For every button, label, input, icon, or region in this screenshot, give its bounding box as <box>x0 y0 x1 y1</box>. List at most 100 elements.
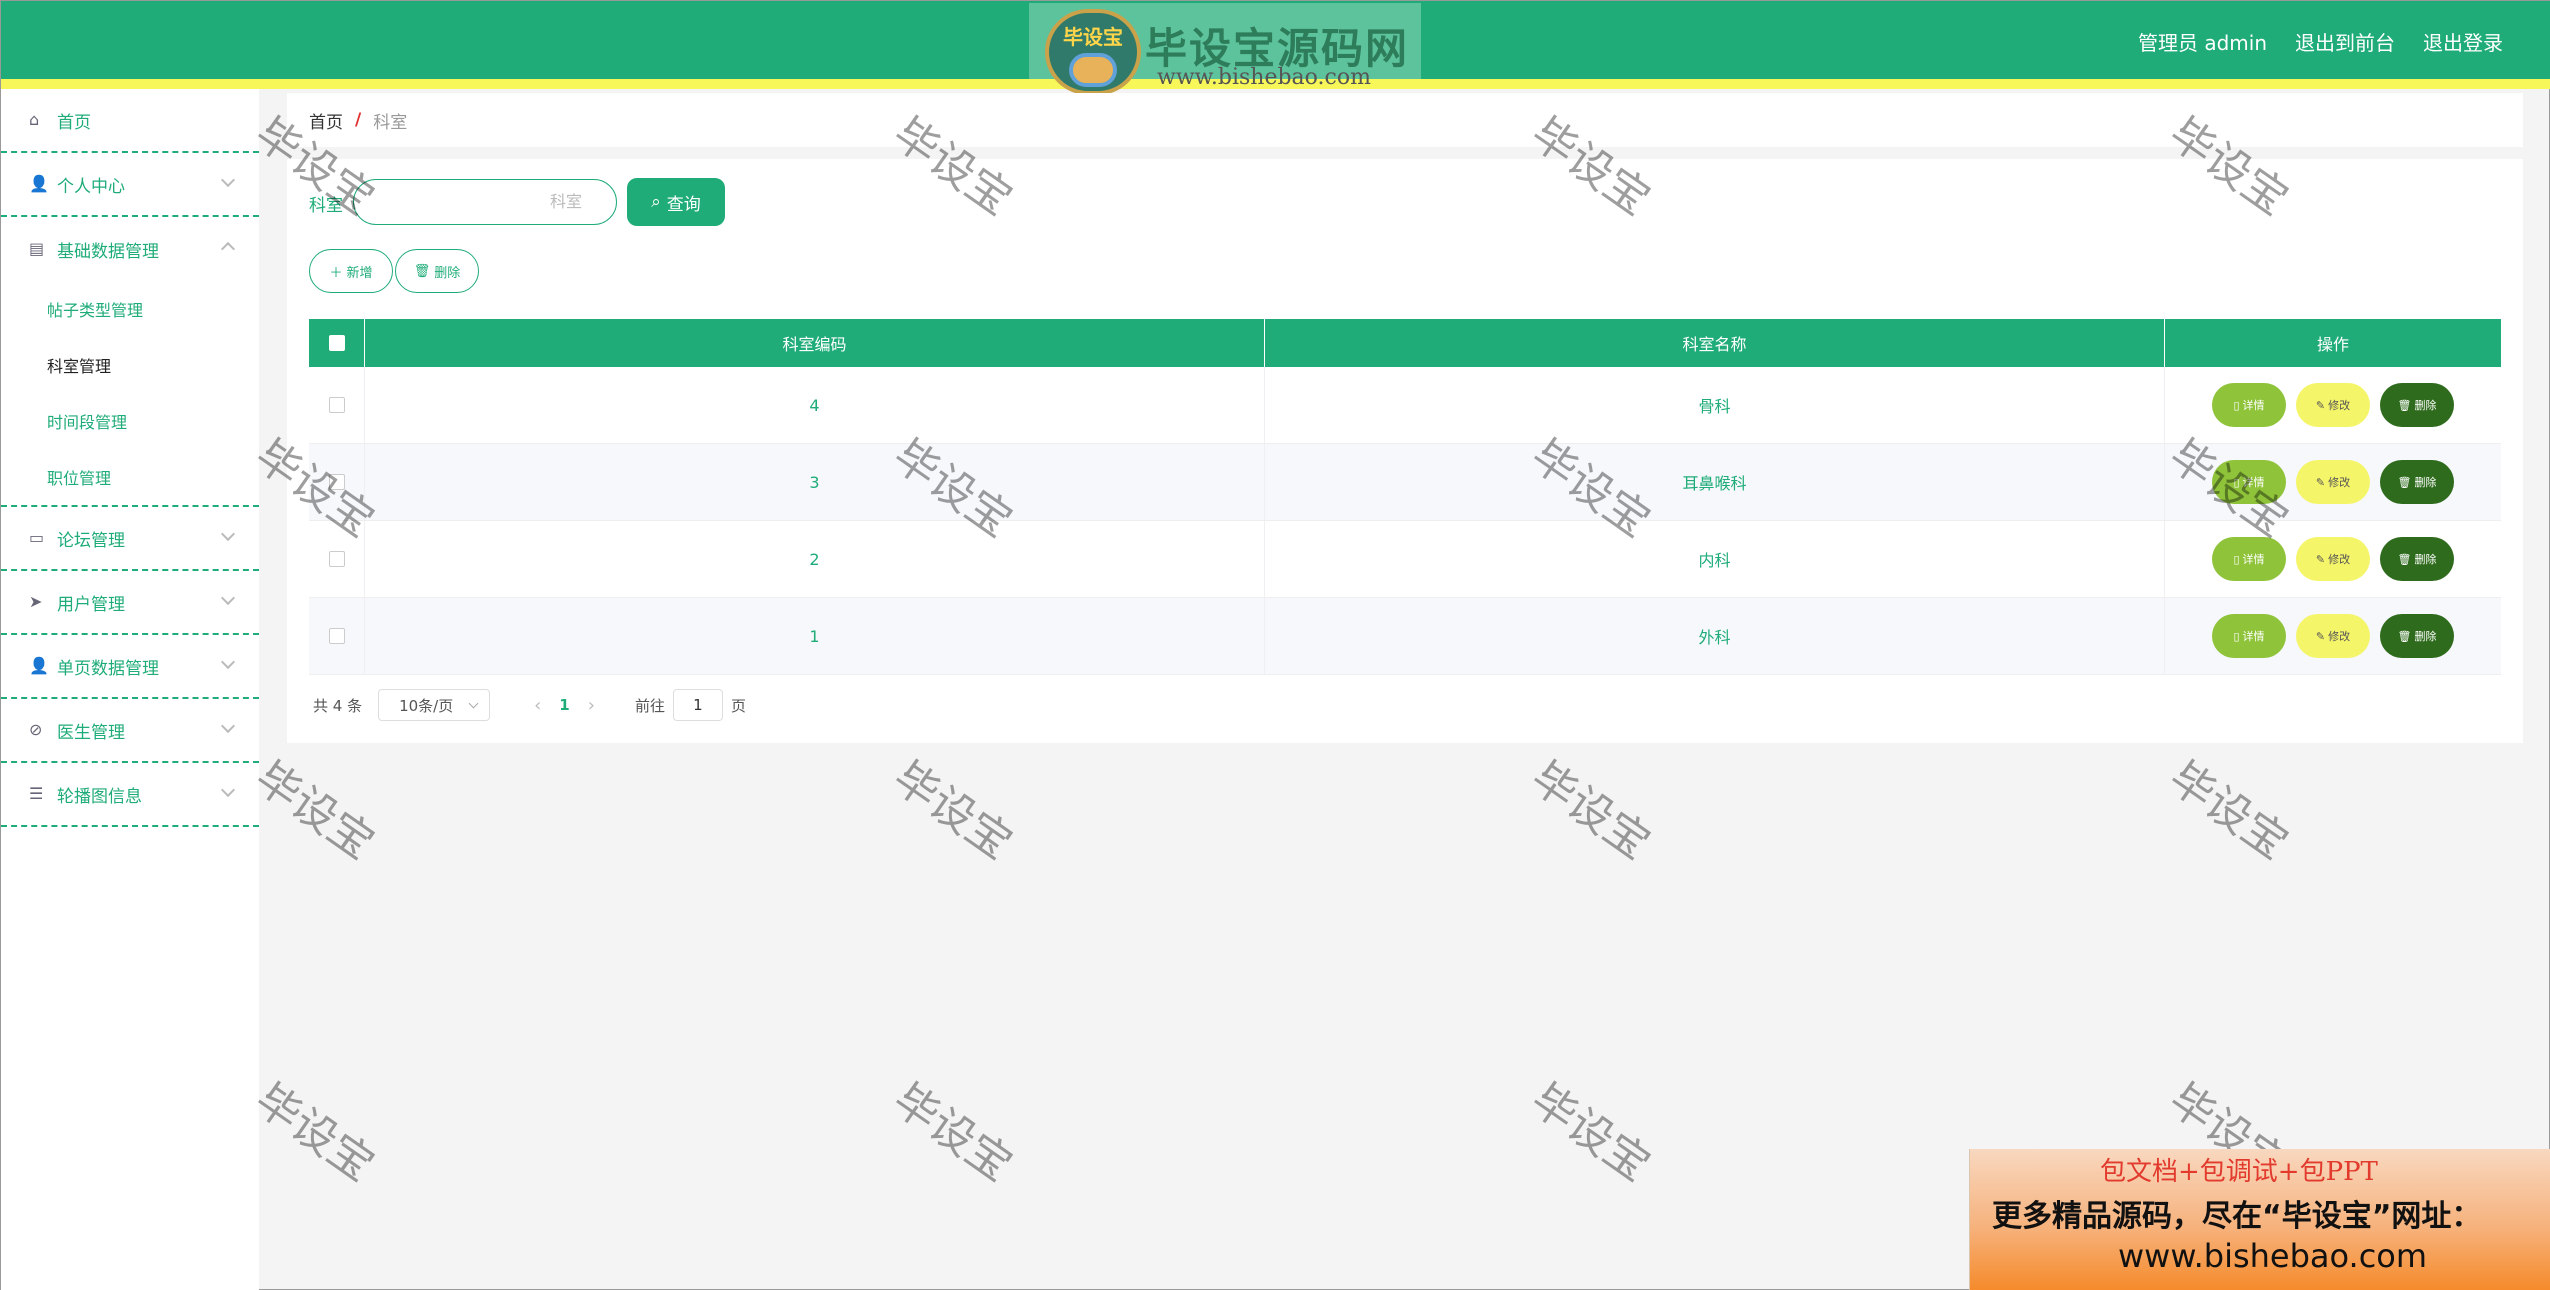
row-checkbox[interactable] <box>328 551 345 567</box>
document-icon: ▯ <box>2233 398 2240 412</box>
sidebar-item-carousel[interactable]: ☰ 轮播图信息 <box>1 763 259 827</box>
sidebar-item-home[interactable]: ⌂ 首页 <box>1 89 259 153</box>
sidebar-item-label: 论坛管理 <box>57 530 125 551</box>
batch-delete-button[interactable]: 🗑 删除 <box>395 249 479 293</box>
logout-link[interactable]: 退出登录 <box>2423 27 2503 56</box>
trash-icon: 🗑 <box>2397 475 2412 489</box>
sidebar-item-doctors[interactable]: ⊘ 医生管理 <box>1 699 259 763</box>
document-icon: ▯ <box>2233 475 2240 489</box>
chevron-down-icon <box>220 590 236 606</box>
watermark: 毕设宝 <box>883 1073 1022 1192</box>
sidebar-item-single-page[interactable]: 👤 单页数据管理 <box>1 635 259 699</box>
promo-line-2: 更多精品源码，尽在“毕设宝”网址： <box>1992 1199 2482 1234</box>
table-row: 2 内科 ▯ 详情 ✎ 修改 🗑 删除 <box>309 521 2501 598</box>
sidebar-subitem-department[interactable]: 科室管理 <box>1 337 259 393</box>
row-checkbox[interactable] <box>328 628 345 644</box>
promo-banner[interactable]: 包文档+包调试+包PPT 更多精品源码，尽在“毕设宝”网址： www.bishe… <box>1969 1149 2550 1290</box>
watermark: 毕设宝 <box>245 1073 384 1192</box>
list-icon: ☰ <box>29 784 44 803</box>
table-row: 4 骨科 ▯ 详情 ✎ 修改 🗑 删除 <box>309 367 2501 444</box>
table-row: 3 耳鼻喉科 ▯ 详情 ✎ 修改 🗑 删除 <box>309 444 2501 521</box>
sidebar-item-personal[interactable]: 👤 个人中心 <box>1 153 259 217</box>
chevron-down-icon <box>468 698 479 709</box>
sidebar-subitem-time-slot[interactable]: 时间段管理 <box>1 393 259 449</box>
sidebar-item-users[interactable]: ➤ 用户管理 <box>1 571 259 635</box>
user-icon: 👤 <box>29 174 49 193</box>
chevron-down-icon <box>220 526 236 542</box>
breadcrumb-home[interactable]: 首页 <box>309 108 343 133</box>
chevron-down-icon <box>220 782 236 798</box>
table-header: 科室编码 科室名称 操作 <box>309 319 2501 367</box>
person-icon: 👤 <box>29 656 49 675</box>
sidebar-item-label: 个人中心 <box>57 176 125 197</box>
detail-button[interactable]: ▯ 详情 <box>2212 614 2286 658</box>
home-icon: ⌂ <box>29 110 40 129</box>
watermark: 毕设宝 <box>1521 1073 1660 1192</box>
promo-line-1: 包文档+包调试+包PPT <box>2100 1157 2378 1187</box>
cell-name: 骨科 <box>1265 367 2165 443</box>
chevron-down-icon <box>220 172 236 188</box>
department-table: 科室编码 科室名称 操作 4 骨科 ▯ 详情 ✎ 修改 🗑 删除 3 耳鼻喉科 ▯ 详情… <box>309 319 2501 675</box>
cell-code: 3 <box>365 444 1265 520</box>
edit-button[interactable]: ✎ 修改 <box>2296 383 2370 427</box>
next-page-icon[interactable]: › <box>588 695 595 716</box>
search-icon: ⌕ <box>651 192 661 212</box>
cell-name: 外科 <box>1265 598 2165 674</box>
sidebar-item-forum[interactable]: ▭ 论坛管理 <box>1 507 259 571</box>
document-icon: ▯ <box>2233 629 2240 643</box>
trash-icon: 🗑 <box>413 263 431 279</box>
pencil-icon: ✎ <box>2315 552 2326 566</box>
sidebar-subitem-position[interactable]: 职位管理 <box>1 449 259 505</box>
logo-url: www.bishebao.com <box>1157 65 1371 90</box>
column-header-name: 科室名称 <box>1265 319 2165 367</box>
delete-button[interactable]: 🗑 删除 <box>2380 383 2454 427</box>
add-button[interactable]: ＋ 新增 <box>309 249 393 293</box>
delete-button[interactable]: 🗑 删除 <box>2380 460 2454 504</box>
row-checkbox[interactable] <box>328 474 345 490</box>
page-number-current[interactable]: 1 <box>559 696 569 714</box>
trash-icon: 🗑 <box>2397 398 2412 412</box>
back-to-frontend-link[interactable]: 退出到前台 <box>2295 27 2395 56</box>
query-button[interactable]: ⌕ 查询 <box>627 178 725 226</box>
detail-button[interactable]: ▯ 详情 <box>2212 383 2286 427</box>
goto-page-input[interactable]: 1 <box>672 689 723 721</box>
delete-button[interactable]: 🗑 删除 <box>2380 614 2454 658</box>
cell-name: 耳鼻喉科 <box>1265 444 2165 520</box>
chevron-down-icon <box>220 718 236 734</box>
select-all-checkbox[interactable] <box>328 335 345 351</box>
edit-button[interactable]: ✎ 修改 <box>2296 614 2370 658</box>
breadcrumb: 首页 / 科室 <box>287 93 2523 147</box>
paper-plane-icon: ➤ <box>29 592 43 611</box>
trash-icon: 🗑 <box>2397 629 2412 643</box>
column-header-code: 科室编码 <box>365 319 1265 367</box>
pencil-icon: ✎ <box>2315 398 2326 412</box>
sidebar-item-basic-data[interactable]: ▤ 基础数据管理 <box>1 217 259 281</box>
delete-button[interactable]: 🗑 删除 <box>2380 537 2454 581</box>
department-search-input[interactable]: 科室 <box>353 179 617 225</box>
admin-user-label: 管理员 admin <box>2137 31 2267 55</box>
edit-button[interactable]: ✎ 修改 <box>2296 460 2370 504</box>
goto-suffix: 页 <box>730 696 746 715</box>
sidebar-subitem-post-type[interactable]: 帖子类型管理 <box>1 281 259 337</box>
prev-page-icon[interactable]: ‹ <box>534 695 541 716</box>
sidebar-item-label: 用户管理 <box>57 594 125 615</box>
sidebar-item-label: 基础数据管理 <box>57 241 159 262</box>
search-label: 科室 <box>309 196 343 216</box>
edit-button[interactable]: ✎ 修改 <box>2296 537 2370 581</box>
cell-code: 4 <box>365 367 1265 443</box>
detail-button[interactable]: ▯ 详情 <box>2212 460 2286 504</box>
cell-code: 2 <box>365 521 1265 597</box>
cell-code: 1 <box>365 598 1265 674</box>
goto-prefix: 前往 <box>634 696 665 715</box>
site-logo: 毕设宝 毕设宝源码网 www.bishebao.com <box>1029 3 1421 95</box>
detail-button[interactable]: ▯ 详情 <box>2212 537 2286 581</box>
plus-icon: ＋ <box>329 265 343 281</box>
sidebar-item-label: 单页数据管理 <box>57 658 159 679</box>
bell-off-icon: ⊘ <box>29 720 43 739</box>
page-size-select[interactable]: 10条/页 <box>378 689 491 721</box>
table-row: 1 外科 ▯ 详情 ✎ 修改 🗑 删除 <box>309 598 2501 675</box>
row-checkbox[interactable] <box>328 397 345 413</box>
select-all-cell <box>309 319 365 367</box>
column-header-ops: 操作 <box>2316 335 2349 354</box>
clipboard-icon: ▤ <box>29 239 45 258</box>
